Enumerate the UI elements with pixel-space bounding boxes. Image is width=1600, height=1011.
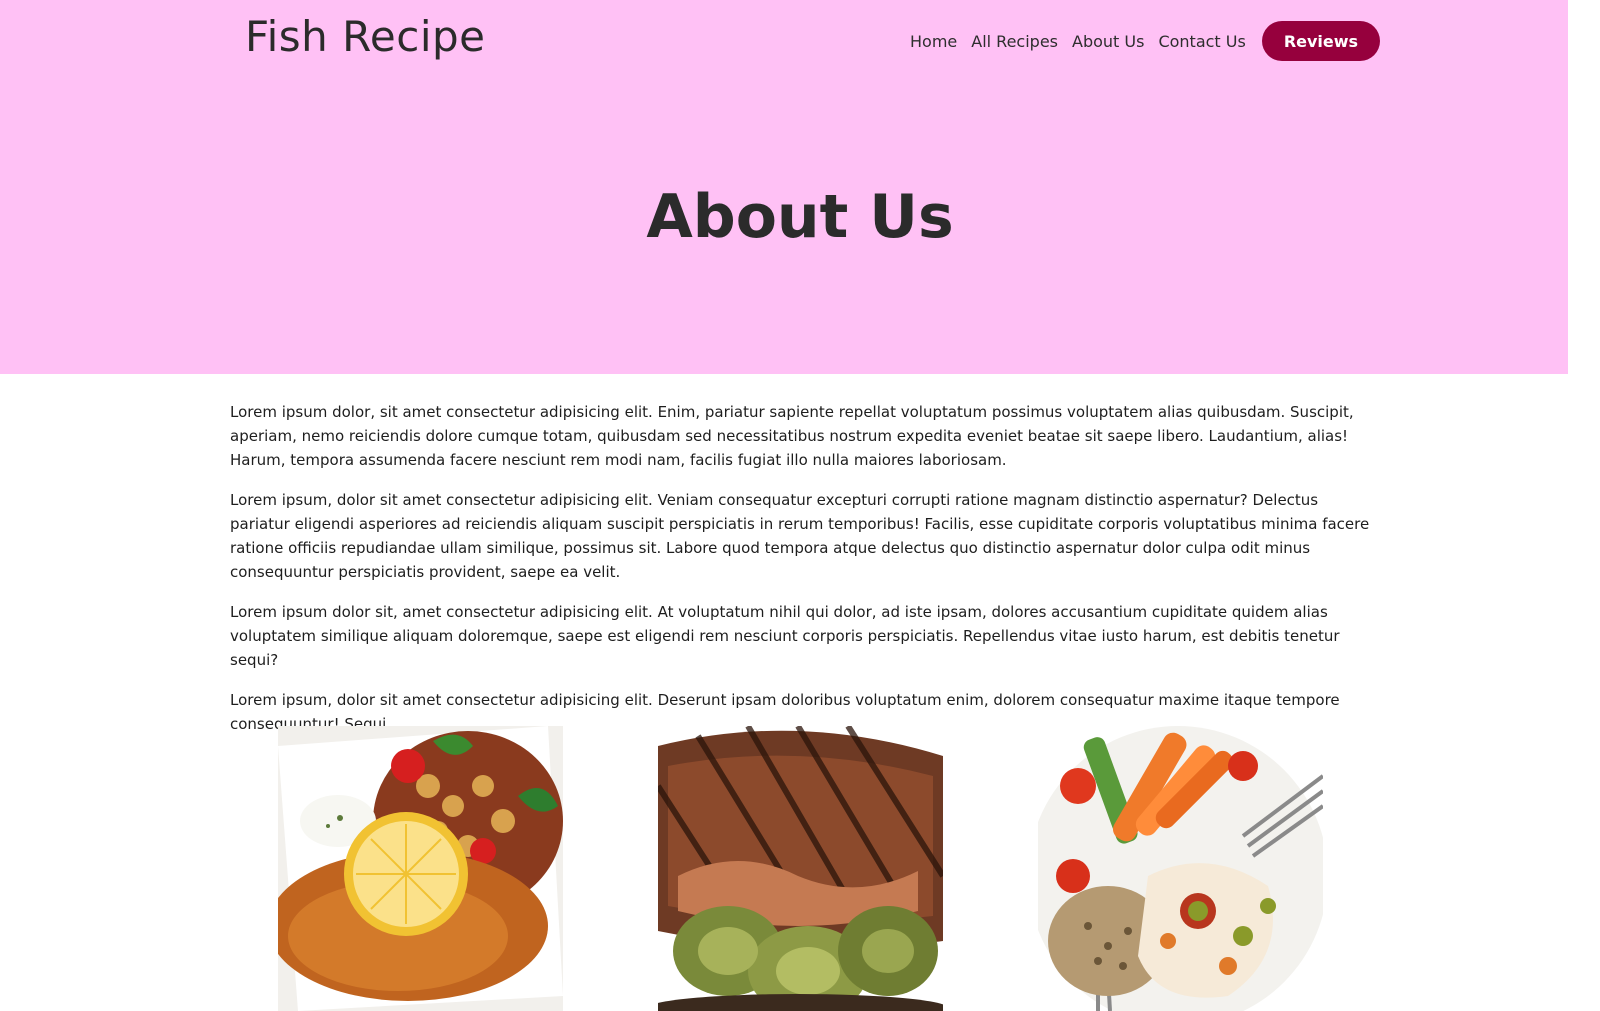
fish-vegetable-plate-image bbox=[1038, 726, 1323, 1011]
about-content: Lorem ipsum dolor, sit amet consectetur … bbox=[230, 400, 1370, 752]
page-title: About Us bbox=[646, 182, 954, 252]
about-paragraph: Lorem ipsum, dolor sit amet consectetur … bbox=[230, 491, 1370, 581]
about-paragraph: Lorem ipsum dolor, sit amet consectetur … bbox=[230, 403, 1354, 469]
nav-home[interactable]: Home bbox=[910, 32, 957, 51]
nav-about-us[interactable]: About Us bbox=[1072, 32, 1144, 51]
grilled-salmon-image bbox=[658, 726, 943, 1011]
main-nav: Home All Recipes About Us Contact Us Rev… bbox=[910, 21, 1381, 61]
site-logo[interactable]: Fish Recipe bbox=[245, 12, 486, 61]
reviews-button[interactable]: Reviews bbox=[1261, 21, 1381, 61]
page-scrollbar[interactable] bbox=[1568, 0, 1600, 1011]
fish-with-lemon-image bbox=[278, 726, 563, 1011]
about-paragraph: Lorem ipsum dolor sit, amet consectetur … bbox=[230, 603, 1340, 669]
nav-contact-us[interactable]: Contact Us bbox=[1158, 32, 1245, 51]
photo-gallery bbox=[0, 726, 1568, 1011]
nav-all-recipes[interactable]: All Recipes bbox=[971, 32, 1058, 51]
